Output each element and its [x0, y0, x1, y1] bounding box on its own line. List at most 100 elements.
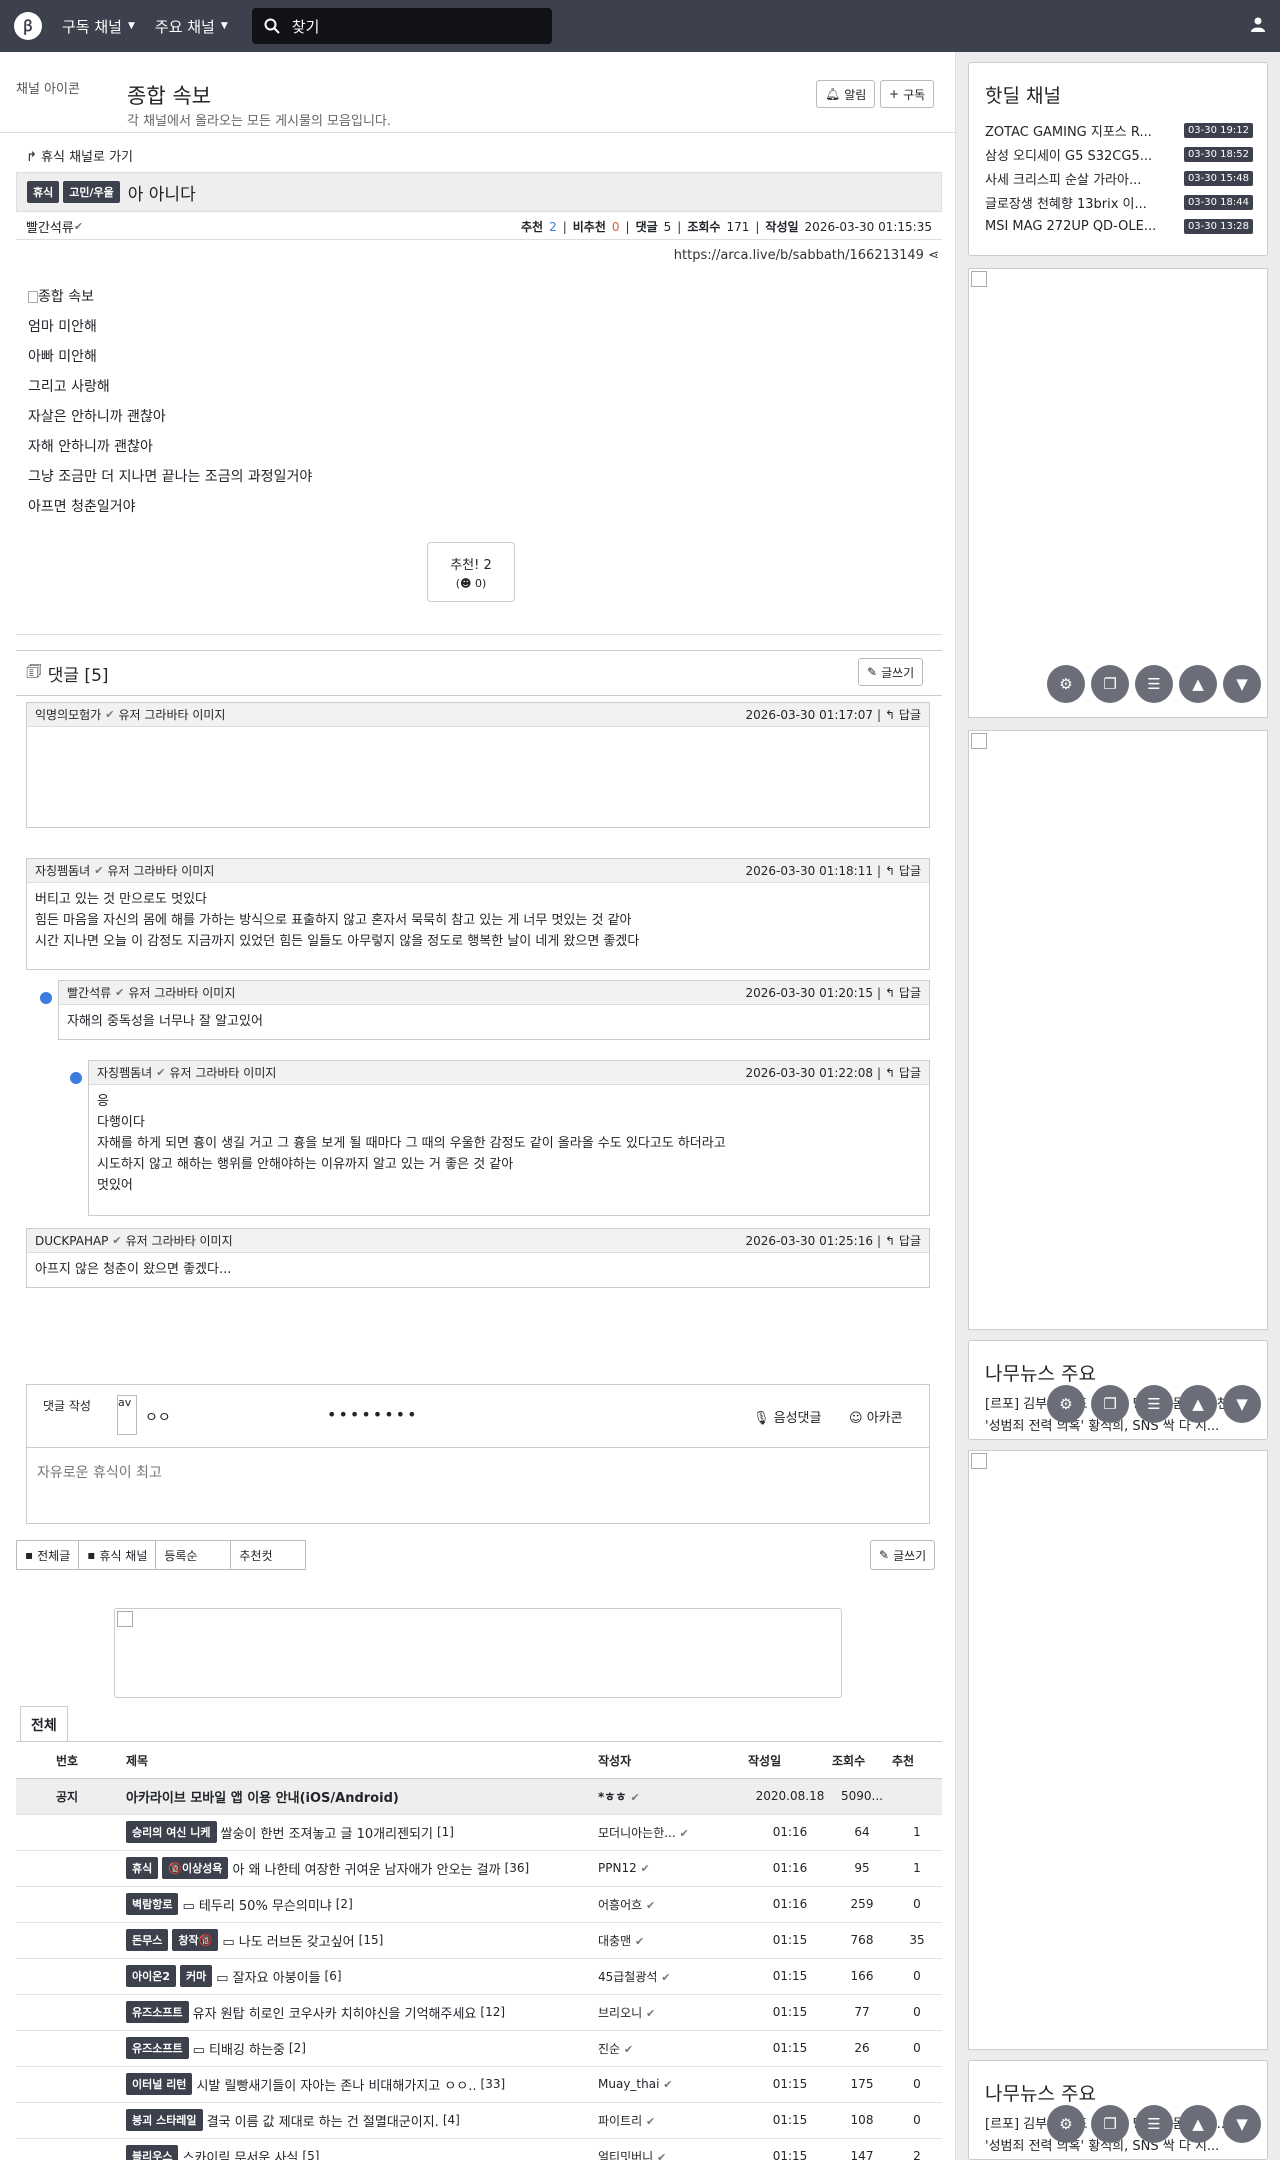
- sidebar-ad[interactable]: [968, 1450, 1268, 2050]
- document-icon[interactable]: ☰: [1135, 1385, 1173, 1423]
- category-badge[interactable]: 고민/우울: [63, 181, 120, 203]
- comment-author[interactable]: DUCKPAHAP: [35, 1234, 108, 1248]
- comment-author[interactable]: 익명의모험가: [35, 706, 101, 723]
- row-title[interactable]: 붕괴 스타레일 결국 이름 값 제대로 하는 건 절멸대군이지. [4]: [126, 2102, 598, 2139]
- sort-select[interactable]: 등록순: [155, 1540, 232, 1570]
- scroll-up-icon[interactable]: ▲: [1179, 2105, 1217, 2143]
- scroll-down-icon[interactable]: ▼: [1223, 665, 1261, 703]
- hotdeal-item[interactable]: 삼성 오디세이 G5 S32CG5... 03-30 18:52: [969, 142, 1267, 166]
- row-title[interactable]: 아카라이브 모바일 앱 이용 안내(iOS/Android): [126, 1778, 598, 1815]
- hotdeal-title[interactable]: 핫딜 채널: [985, 81, 1267, 108]
- category-badge[interactable]: 창작🔞: [172, 1929, 219, 1951]
- table-row[interactable]: 돈무스 창작🔞 ▭ 나도 러브돈 갖고싶어 [15] 대충맨 ✔︎ 01:15 768 35: [16, 1922, 942, 1959]
- main-channels-dropdown[interactable]: 주요 채널 ▼: [155, 16, 228, 37]
- alert-button[interactable]: 🔔︎ 알림: [816, 80, 876, 108]
- tab-all[interactable]: 전체: [20, 1706, 68, 1742]
- row-title[interactable]: 아이온2 커마 ▭ 잘자요 아붕이들 [6]: [126, 1958, 598, 1995]
- table-row[interactable]: 블리우스 스카이림 무서운 사실 [5] 얼티밋버니 ✔︎ 01:15 147 2: [16, 2138, 942, 2160]
- reply-button[interactable]: ↰ 답글: [885, 706, 921, 723]
- copy-icon[interactable]: ❐: [1091, 2105, 1129, 2143]
- hotdeal-item[interactable]: 글로장생 천혜향 13brix 이... 03-30 18:44: [969, 190, 1267, 214]
- write-button[interactable]: ✎ 글쓰기: [858, 658, 924, 686]
- table-row[interactable]: 붕괴 스타레일 결국 이름 값 제대로 하는 건 절멸대군이지. [4] 파이트리 ✔…: [16, 2102, 942, 2139]
- all-posts-button[interactable]: ▪ 전체글: [16, 1540, 80, 1570]
- news-title[interactable]: 나무뉴스 주요: [985, 1359, 1267, 1386]
- row-author[interactable]: 어흥어흐 ✔︎: [598, 1886, 748, 1923]
- category-badge[interactable]: 벽람항로: [126, 1893, 179, 1915]
- category-badge[interactable]: 유즈소프트: [126, 2037, 189, 2059]
- write-post-button[interactable]: ✎ 글쓰기: [870, 1540, 936, 1570]
- ad-banner[interactable]: [114, 1608, 842, 1698]
- comment-author[interactable]: 빨간석류: [67, 984, 111, 1001]
- hotdeal-item[interactable]: 사세 크리스피 순살 가라아... 03-30 15:48: [969, 166, 1267, 190]
- comment-author[interactable]: 자칭펨돔녀: [35, 862, 90, 879]
- category-badge[interactable]: 돈무스: [126, 1929, 169, 1951]
- reply-button[interactable]: ↰ 답글: [885, 1232, 921, 1249]
- comment-author[interactable]: 자칭펨돔녀: [97, 1064, 152, 1081]
- scroll-down-icon[interactable]: ▼: [1223, 2105, 1261, 2143]
- copy-icon[interactable]: ❐: [1091, 1385, 1129, 1423]
- channel-button[interactable]: ▪ 휴식 채널: [78, 1540, 157, 1570]
- recommend-cut-select[interactable]: 추천컷: [230, 1540, 307, 1570]
- row-author[interactable]: 45급철광석 ✔︎: [598, 1958, 748, 1995]
- post-url[interactable]: https://arca.live/b/sabbath/166213149 ⋖: [674, 248, 939, 263]
- row-title[interactable]: 유즈소프트 ▭ 티배깅 하는중 [2]: [126, 2030, 598, 2067]
- gear-icon[interactable]: ⚙: [1047, 665, 1085, 703]
- category-badge[interactable]: 아이온2: [126, 1965, 177, 1987]
- category-badge[interactable]: 이터널 리턴: [126, 2073, 193, 2095]
- scroll-up-icon[interactable]: ▲: [1179, 1385, 1217, 1423]
- news-title[interactable]: 나무뉴스 주요: [985, 2079, 1267, 2106]
- table-row[interactable]: 벽람항로 ▭ 테두리 50% 무슨의미냐 [2] 어흥어흐 ✔︎ 01:16 259 0: [16, 1886, 942, 1923]
- row-author[interactable]: 진순 ✔︎: [598, 2030, 748, 2067]
- scroll-down-icon[interactable]: ▼: [1223, 1385, 1261, 1423]
- password-field[interactable]: ••••••••: [327, 1405, 419, 1424]
- row-author[interactable]: PPN12 ✔︎: [598, 1850, 748, 1887]
- reply-button[interactable]: ↰ 답글: [885, 862, 921, 879]
- copy-icon[interactable]: ❐: [1091, 665, 1129, 703]
- table-row[interactable]: 이터널 리턴 시발 릴빵새기들이 자아는 존나 비대해가지고 ㅇㅇ.. [33] Mu…: [16, 2066, 942, 2103]
- category-badge[interactable]: 승리의 여신 니케: [126, 1821, 217, 1843]
- gear-icon[interactable]: ⚙: [1047, 1385, 1085, 1423]
- emoticon-button[interactable]: ☺ 아카콘: [849, 1407, 903, 1426]
- row-author[interactable]: 모더니아는한... ✔︎: [598, 1814, 748, 1851]
- sidebar-ad[interactable]: [968, 730, 1268, 1330]
- share-icon[interactable]: ⋖: [928, 248, 939, 263]
- row-title[interactable]: 이터널 리턴 시발 릴빵새기들이 자아는 존나 비대해가지고 ㅇㅇ.. [33]: [126, 2066, 598, 2103]
- table-row[interactable]: 승리의 여신 니케 쌀숭이 한번 조져놓고 글 10개리젠되기 [1] 모더니아는한.…: [16, 1814, 942, 1851]
- row-author[interactable]: 얼티밋버니 ✔︎: [598, 2138, 748, 2160]
- category-badge[interactable]: 휴식: [27, 181, 60, 203]
- category-badge[interactable]: 휴식: [126, 1857, 159, 1879]
- category-badge[interactable]: 🔞이상성욕: [162, 1857, 229, 1879]
- document-icon[interactable]: ☰: [1135, 665, 1173, 703]
- back-to-channel-link[interactable]: ↱ 휴식 채널로 가기: [26, 146, 133, 165]
- scroll-up-icon[interactable]: ▲: [1179, 665, 1217, 703]
- row-author[interactable]: *ㅎㅎ ✔︎: [598, 1778, 748, 1815]
- row-title[interactable]: 벽람항로 ▭ 테두리 50% 무슨의미냐 [2]: [126, 1886, 598, 1923]
- table-row[interactable]: 휴식 🔞이상성욕 아 왜 나한테 여장한 귀여운 남자애가 안오는 걸까 [36] PP…: [16, 1850, 942, 1887]
- row-title[interactable]: 돈무스 창작🔞 ▭ 나도 러브돈 갖고싶어 [15]: [126, 1922, 598, 1959]
- row-title[interactable]: 블리우스 스카이림 무서운 사실 [5]: [126, 2138, 598, 2160]
- table-row[interactable]: 아이온2 커마 ▭ 잘자요 아붕이들 [6] 45급철광석 ✔︎ 01:15 166 0: [16, 1958, 942, 1995]
- reply-button[interactable]: ↰ 답글: [885, 984, 921, 1001]
- reply-button[interactable]: ↰ 답글: [885, 1064, 921, 1081]
- user-icon[interactable]: [1250, 16, 1266, 37]
- row-author[interactable]: 대충맨 ✔︎: [598, 1922, 748, 1959]
- search-input[interactable]: 찾기: [251, 8, 552, 44]
- category-badge[interactable]: 블리우스: [126, 2145, 179, 2160]
- sidebar-ad[interactable]: ⚙ ❐ ☰ ▲ ▼: [968, 268, 1268, 718]
- site-logo-icon[interactable]: ꞵ: [14, 12, 42, 40]
- category-badge[interactable]: 커마: [180, 1965, 213, 1987]
- comment-textarea[interactable]: 자유로운 휴식이 최고: [27, 1447, 929, 1496]
- hotdeal-item[interactable]: ZOTAC GAMING 지포스 R... 03-30 19:12: [969, 118, 1267, 142]
- recommend-button[interactable]: 추천! 2 (☻ 0): [427, 542, 515, 602]
- hotdeal-item[interactable]: MSI MAG 272UP QD-OLE... 03-30 13:28: [969, 214, 1267, 238]
- row-author[interactable]: 파이트리 ✔︎: [598, 2102, 748, 2139]
- voice-comment-button[interactable]: 🎙︎ 음성댓글: [753, 1407, 821, 1426]
- row-author[interactable]: 브리오니 ✔︎: [598, 1994, 748, 2031]
- table-row[interactable]: 유즈소프트 유자 원탑 히로인 코우사카 치히야신을 기억해주세요 [12] 브리오니…: [16, 1994, 942, 2031]
- subscribe-button[interactable]: + 구독: [880, 80, 935, 108]
- table-row[interactable]: 유즈소프트 ▭ 티배깅 하는중 [2] 진순 ✔︎ 01:15 26 0: [16, 2030, 942, 2067]
- row-title[interactable]: 휴식 🔞이상성욕 아 왜 나한테 여장한 귀여운 남자애가 안오는 걸까 [36]: [126, 1850, 598, 1887]
- post-author[interactable]: 빨간석류: [26, 217, 74, 236]
- gear-icon[interactable]: ⚙: [1047, 2105, 1085, 2143]
